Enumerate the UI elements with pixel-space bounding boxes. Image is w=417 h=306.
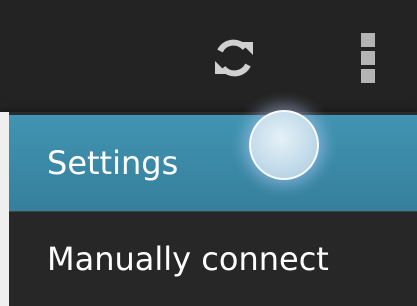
overflow-dropdown-menu: Settings Manually connect xyxy=(0,112,417,306)
menu-item-settings[interactable]: Settings xyxy=(9,115,417,211)
screen: Settings Manually connect xyxy=(0,0,417,306)
refresh-button[interactable] xyxy=(204,28,264,88)
refresh-icon xyxy=(215,39,253,77)
touch-indicator xyxy=(249,110,319,180)
overflow-dot xyxy=(361,33,375,47)
action-bar xyxy=(0,0,417,112)
overflow-menu-button[interactable] xyxy=(350,28,386,88)
menu-item-manually-connect[interactable]: Manually connect xyxy=(9,212,417,306)
overflow-dot xyxy=(361,69,375,83)
menu-item-label: Manually connect xyxy=(47,240,329,278)
menu-item-label: Settings xyxy=(47,144,179,182)
overflow-dot xyxy=(361,51,375,65)
menu-left-edge xyxy=(0,112,9,306)
